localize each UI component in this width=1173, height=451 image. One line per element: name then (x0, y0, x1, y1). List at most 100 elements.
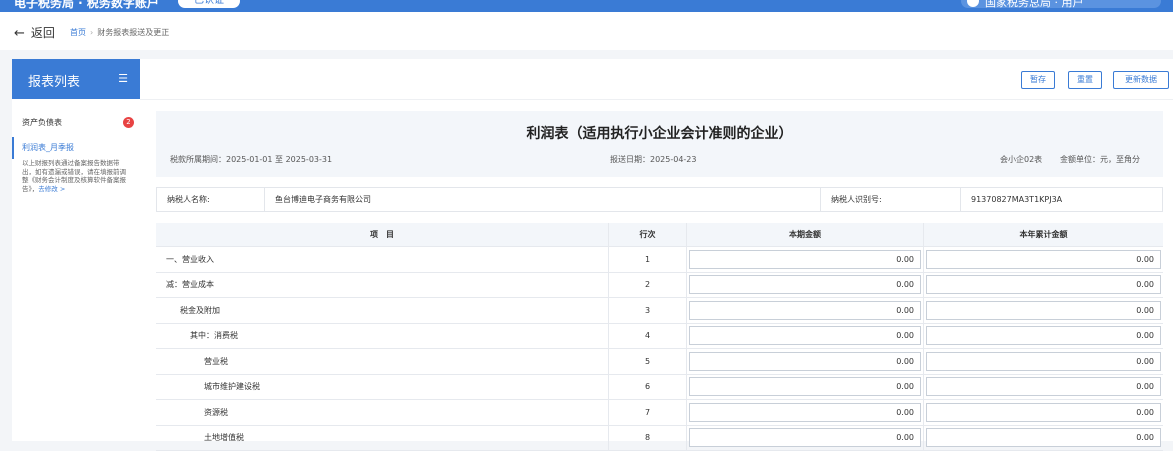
table-row: 一、营业收入 1 (156, 247, 1163, 273)
breadcrumb-current: 财务报表报送及更正 (97, 28, 169, 37)
ytd-amount-input[interactable] (926, 326, 1161, 345)
user-menu[interactable]: 国家税务总局 · 用户 (961, 0, 1161, 8)
row-line: 1 (609, 247, 687, 272)
current-amount-input[interactable] (689, 250, 921, 269)
row-line: 6 (609, 375, 687, 400)
col-header-current: 本期金额 (687, 223, 924, 246)
current-amount-cell (687, 247, 924, 272)
app-brand: 电子税务局 · 税务数字账户 (14, 0, 159, 11)
current-amount-cell (687, 324, 924, 349)
current-amount-cell (687, 349, 924, 374)
current-amount-cell (687, 400, 924, 425)
ytd-amount-cell (924, 247, 1163, 272)
row-line: 4 (609, 324, 687, 349)
sidebar-header: 报表列表 ☰ (12, 59, 140, 99)
breadcrumb-home-link[interactable]: 首页 (70, 28, 86, 37)
current-amount-input[interactable] (689, 403, 921, 422)
breadcrumb-bar: ← 返回 首页 › 财务报表报送及更正 (0, 12, 1173, 50)
table-row: 减：营业成本 2 (156, 273, 1163, 299)
amount-unit: 金额单位：元，至角分 (1060, 154, 1140, 165)
row-item: 一、营业收入 (156, 247, 609, 272)
current-amount-input[interactable] (689, 352, 921, 371)
table-row: 营业税 5 (156, 349, 1163, 375)
form-code: 会小企02表 (1000, 154, 1042, 165)
ytd-amount-cell (924, 375, 1163, 400)
ytd-amount-cell (924, 298, 1163, 323)
count-badge: 2 (123, 117, 134, 128)
update-data-button[interactable]: 更新数据 (1113, 71, 1169, 89)
row-item: 其中：消费税 (156, 324, 609, 349)
income-statement-table: 项 目 行次 本期金额 本年累计金额 一、营业收入 1 减：营业成本 2 税金及… (156, 223, 1163, 451)
ytd-amount-cell (924, 273, 1163, 298)
sidebar-item-balance-sheet[interactable]: 资产负债表 2 (12, 109, 140, 137)
ytd-amount-input[interactable] (926, 301, 1161, 320)
reset-button[interactable]: 重置 (1068, 71, 1102, 89)
current-amount-cell (687, 298, 924, 323)
taxpayer-id-value: 91370827MA3T1KPJ3A (961, 188, 1162, 211)
ytd-amount-input[interactable] (926, 352, 1161, 371)
sidebar-title: 报表列表 (28, 71, 80, 90)
col-header-ytd: 本年累计金额 (924, 223, 1163, 246)
current-amount-cell (687, 375, 924, 400)
breadcrumb-separator: › (90, 28, 93, 37)
row-line: 5 (609, 349, 687, 374)
table-row: 土地增值税 8 (156, 426, 1163, 451)
taxpayer-name-value: 鱼台博迪电子商务有限公司 (265, 188, 821, 211)
current-amount-input[interactable] (689, 377, 921, 396)
taxpayer-id-label: 纳税人识别号: (821, 188, 961, 211)
current-amount-input[interactable] (689, 275, 921, 294)
report-header: 利润表（适用执行小企业会计准则的企业） 税款所属期间：2025-01-01 至 … (156, 111, 1163, 177)
tax-period: 税款所属期间：2025-01-01 至 2025-03-31 (170, 154, 332, 165)
sidebar-item-income-statement[interactable]: 利润表_月季报 (12, 137, 140, 159)
sidebar-item-label: 资产负债表 (22, 118, 62, 127)
status-pill[interactable]: 已认证 (178, 0, 240, 8)
table-row: 其中：消费税 4 (156, 324, 1163, 350)
ytd-amount-cell (924, 324, 1163, 349)
top-nav-bar: 电子税务局 · 税务数字账户 已认证 国家税务总局 · 用户 (0, 0, 1173, 12)
ytd-amount-input[interactable] (926, 377, 1161, 396)
row-item: 资源税 (156, 400, 609, 425)
ytd-amount-cell (924, 349, 1163, 374)
main-panel: 暂存 重置 更新数据 利润表（适用执行小企业会计准则的企业） 税款所属期间：20… (140, 59, 1173, 441)
avatar (967, 0, 979, 7)
submit-date: 报送日期：2025-04-23 (610, 154, 697, 165)
current-amount-cell (687, 273, 924, 298)
row-item: 税金及附加 (156, 298, 609, 323)
ytd-amount-input[interactable] (926, 250, 1161, 269)
sidebar-item-label: 利润表_月季报 (22, 143, 74, 152)
back-label: 返回 (31, 26, 55, 40)
row-line: 3 (609, 298, 687, 323)
row-item: 土地增值税 (156, 426, 609, 451)
table-header-row: 项 目 行次 本期金额 本年累计金额 (156, 223, 1163, 247)
breadcrumb: 首页 › 财务报表报送及更正 (70, 27, 169, 38)
edit-filing-link[interactable]: 去修改 > (38, 185, 65, 193)
user-name: 国家税务总局 · 用户 (985, 0, 1084, 8)
current-amount-input[interactable] (689, 326, 921, 345)
table-row: 资源税 7 (156, 400, 1163, 426)
ytd-amount-input[interactable] (926, 428, 1161, 447)
current-amount-input[interactable] (689, 428, 921, 447)
col-header-item: 项 目 (156, 223, 609, 246)
table-row: 城市维护建设税 6 (156, 375, 1163, 401)
col-header-line: 行次 (609, 223, 687, 246)
row-line: 8 (609, 426, 687, 451)
ytd-amount-input[interactable] (926, 275, 1161, 294)
current-amount-cell (687, 426, 924, 451)
back-button[interactable]: ← 返回 (14, 24, 55, 41)
row-item: 城市维护建设税 (156, 375, 609, 400)
row-item: 减：营业成本 (156, 273, 609, 298)
save-draft-button[interactable]: 暂存 (1021, 71, 1055, 89)
sidebar-note: 以上财报列表通过备案报告数据带出，如有遗漏或错误，请在填报前调整《财务会计制度及… (12, 159, 140, 193)
taxpayer-info-row: 纳税人名称: 鱼台博迪电子商务有限公司 纳税人识别号: 91370827MA3T… (156, 187, 1163, 212)
arrow-left-icon: ← (14, 26, 25, 41)
current-amount-input[interactable] (689, 301, 921, 320)
row-item: 营业税 (156, 349, 609, 374)
row-line: 2 (609, 273, 687, 298)
ytd-amount-input[interactable] (926, 403, 1161, 422)
ytd-amount-cell (924, 400, 1163, 425)
row-line: 7 (609, 400, 687, 425)
report-title: 利润表（适用执行小企业会计准则的企业） (156, 123, 1163, 143)
report-list-sidebar: 报表列表 ☰ 资产负债表 2 利润表_月季报 以上财报列表通过备案报告数据带出，… (12, 59, 140, 441)
ytd-amount-cell (924, 426, 1163, 451)
collapse-menu-icon[interactable]: ☰ (118, 72, 128, 85)
